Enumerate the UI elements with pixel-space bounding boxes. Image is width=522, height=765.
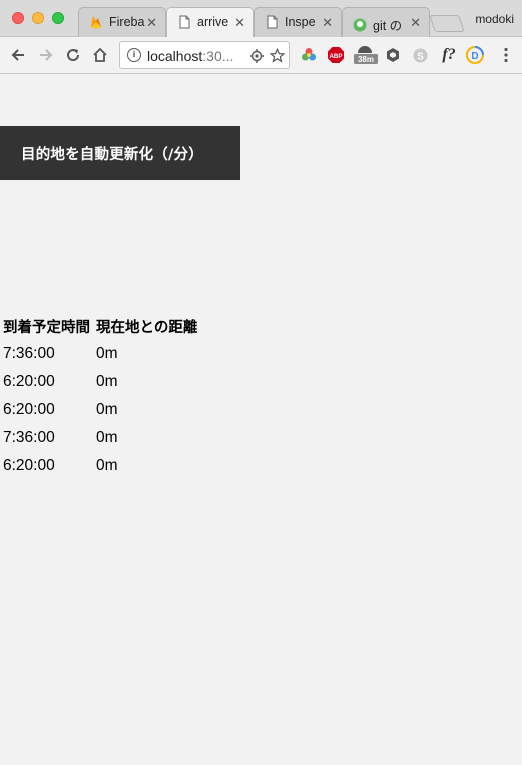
tab-inspect[interactable]: Inspe ✕	[254, 7, 342, 37]
back-button[interactable]	[8, 45, 28, 65]
info-icon[interactable]: i	[127, 48, 141, 62]
close-tab-icon[interactable]: ✕	[410, 15, 421, 31]
address-url[interactable]: localhost:30...	[147, 48, 233, 64]
tab-arrive[interactable]: arrive ✕	[166, 7, 254, 38]
tab-title: Inspe	[285, 15, 316, 29]
table-row: 6:20:00 0m	[0, 396, 200, 424]
table-header-row: 到着予定時間 現在地との距離	[0, 312, 200, 340]
forward-button[interactable]	[36, 45, 56, 65]
header-eta: 到着予定時間	[3, 319, 90, 336]
zoom-window-button[interactable]	[52, 12, 64, 24]
minimize-window-button[interactable]	[32, 12, 44, 24]
browser-toolbar: i localhost:30... ABP 38m S f? D	[0, 37, 522, 74]
auto-update-destination-button[interactable]: 目的地を自動更新化（/分）	[0, 126, 240, 180]
distance-cell: 0m	[96, 373, 118, 390]
tab-title: arrive	[197, 15, 229, 29]
distance-cell: 0m	[96, 429, 118, 446]
profile-name[interactable]: modoki	[475, 12, 514, 26]
reload-icon	[67, 49, 80, 62]
close-tab-icon[interactable]: ✕	[322, 15, 333, 31]
eta-cell: 7:36:00	[3, 345, 55, 362]
close-tab-icon[interactable]: ✕	[234, 15, 245, 31]
location-icon[interactable]	[250, 49, 264, 63]
tab-firebase[interactable]: Fireba ✕	[78, 7, 166, 37]
eta-cell: 6:20:00	[3, 401, 55, 418]
eta-cell: 6:20:00	[3, 457, 55, 474]
svg-text:S: S	[417, 51, 424, 62]
timer-extension-icon[interactable]: 38m	[354, 46, 378, 64]
page-icon	[179, 15, 190, 29]
close-window-button[interactable]	[12, 12, 24, 24]
back-arrow-icon	[11, 49, 24, 61]
distance-cell: 0m	[96, 345, 118, 362]
table-row: 7:36:00 0m	[0, 340, 200, 368]
eta-cell: 6:20:00	[3, 373, 55, 390]
bookmark-star-icon[interactable]	[270, 48, 285, 63]
header-distance: 現在地との距離	[96, 319, 198, 336]
reload-button[interactable]	[63, 45, 83, 65]
home-icon	[93, 47, 107, 62]
formula-extension-icon[interactable]: f?	[438, 46, 460, 64]
firebase-icon	[91, 16, 101, 29]
svg-text:D: D	[471, 51, 478, 62]
distance-cell: 0m	[96, 457, 118, 474]
page-icon	[267, 15, 278, 29]
tab-title: git の	[373, 19, 403, 33]
home-button[interactable]	[90, 45, 110, 65]
forward-arrow-icon	[40, 49, 53, 61]
tab-title: Fireba	[109, 15, 145, 29]
address-bar[interactable]: i localhost:30...	[119, 41, 290, 69]
svg-text:ABP: ABP	[329, 53, 342, 60]
table-row: 7:36:00 0m	[0, 424, 200, 452]
d-extension-icon[interactable]: D	[466, 46, 484, 64]
table-row: 6:20:00 0m	[0, 368, 200, 396]
menu-kebab-icon[interactable]	[497, 46, 515, 64]
close-tab-icon[interactable]: ✕	[146, 15, 157, 31]
skype-icon[interactable]: S	[411, 46, 429, 64]
hexagon-extension-icon[interactable]	[384, 46, 402, 64]
browser-tab-strip: Fireba ✕ arrive ✕ Inspe ✕ git の ✕ modoki	[0, 0, 522, 38]
tab-git[interactable]: git の ✕	[342, 7, 430, 37]
git-icon	[353, 18, 367, 31]
new-tab-button[interactable]	[429, 15, 465, 32]
eta-cell: 7:36:00	[3, 429, 55, 446]
distance-cell: 0m	[96, 401, 118, 418]
table-row: 6:20:00 0m	[0, 452, 200, 480]
color-wheel-extension-icon[interactable]	[300, 46, 318, 64]
adblock-plus-icon[interactable]: ABP	[327, 46, 345, 64]
timer-badge: 38m	[358, 55, 374, 64]
arrival-table: 到着予定時間 現在地との距離 7:36:00 0m 6:20:00 0m 6:2…	[0, 312, 200, 480]
